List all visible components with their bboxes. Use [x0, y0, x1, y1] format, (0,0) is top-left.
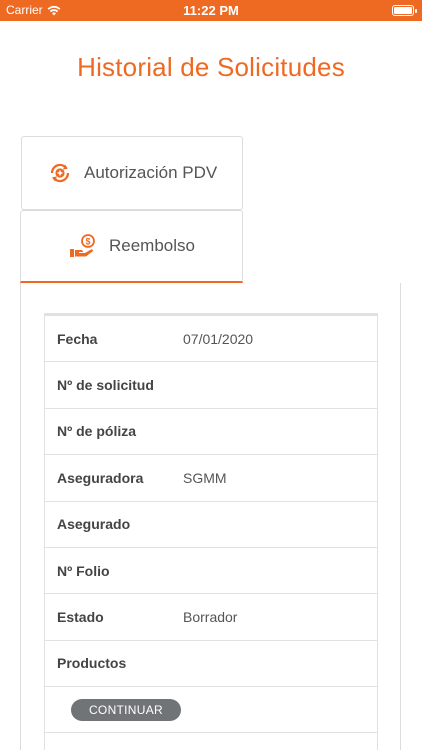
row-folio: Nº Folio [45, 548, 377, 595]
money-hand-icon: $ [69, 234, 97, 258]
row-numero-solicitud: Nº de solicitud [45, 362, 377, 409]
row-productos: Productos [45, 641, 377, 688]
continue-row: CONTINUAR [45, 687, 377, 734]
row-estado: Estado Borrador [45, 594, 377, 641]
row-label: Nº Folio [57, 562, 110, 579]
battery-icon [392, 5, 417, 16]
row-fecha: Fecha 07/01/2020 [45, 316, 377, 363]
tab-autorizacion-pdv-label: Autorización PDV [84, 163, 218, 182]
row-label: Productos [57, 655, 127, 672]
row-label: Aseguradora [57, 469, 144, 486]
medical-refresh-icon [48, 161, 72, 185]
svg-text:$: $ [85, 237, 90, 247]
row-label: Nº de solicitud [57, 377, 154, 394]
row-value: SGMM [183, 469, 227, 486]
page-title: Historial de Solicitudes [77, 52, 345, 82]
tab-autorizacion-pdv[interactable]: Autorización PDV [21, 136, 243, 210]
row-label: Nº de póliza [57, 423, 137, 440]
row-numero-poliza: Nº de póliza [45, 409, 377, 456]
row-aseguradora: Aseguradora SGMM [45, 455, 377, 502]
row-value: Borrador [183, 609, 238, 626]
row-value: 07/01/2020 [183, 330, 254, 347]
row-label: Estado [57, 609, 104, 626]
row-asegurado: Asegurado [45, 502, 377, 548]
tab-reembolso-label: Reembolso [109, 236, 195, 255]
row-label: Fecha [57, 330, 98, 347]
request-card: Fecha 07/01/2020 Nº de solicitud Nº de p… [44, 313, 378, 750]
tab-content-panel: Fecha 07/01/2020 Nº de solicitud Nº de p… [20, 283, 401, 750]
status-time: 11:22 PM [183, 3, 239, 18]
tab-reembolso[interactable]: $ Reembolso [20, 210, 243, 283]
status-bar: Carrier 11:22 PM [0, 0, 422, 21]
row-label: Asegurado [57, 516, 131, 533]
continue-button[interactable]: CONTINUAR [71, 698, 181, 721]
